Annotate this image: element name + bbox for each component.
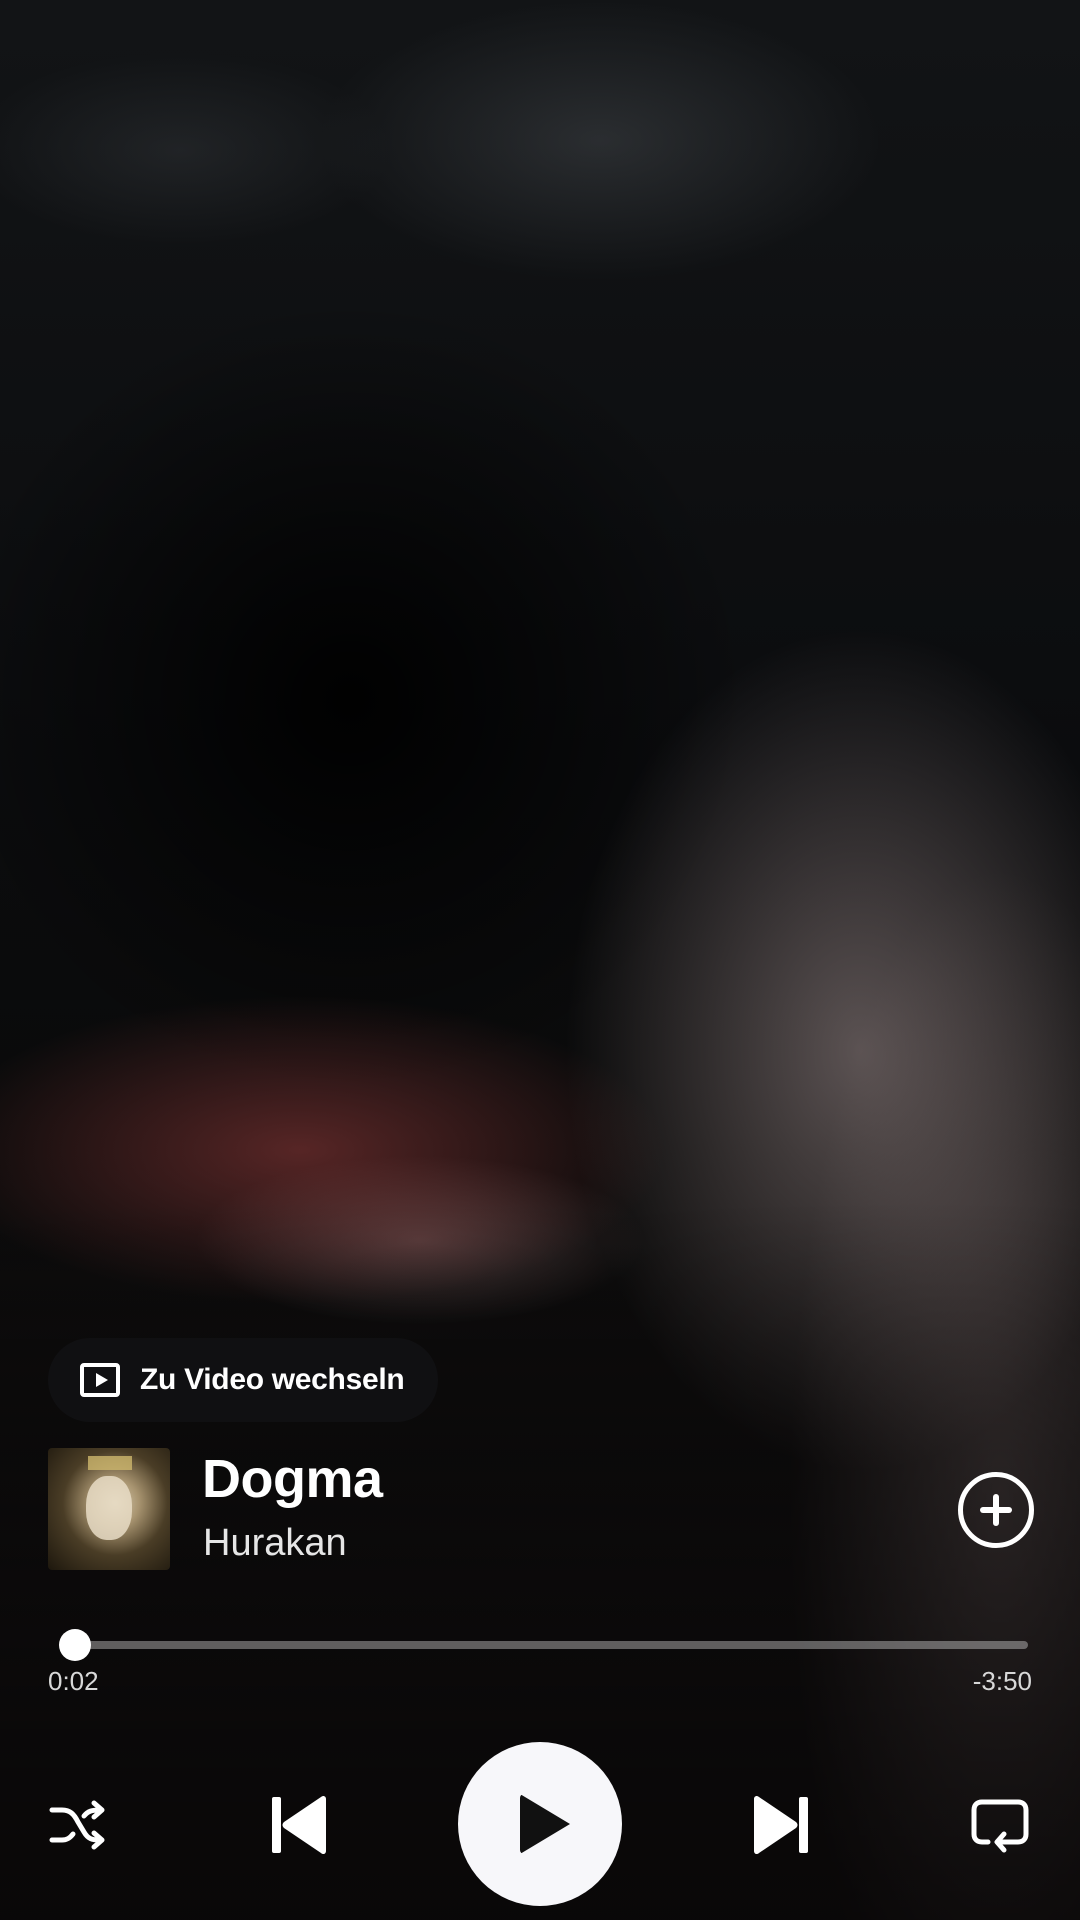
- skip-next-icon[interactable]: [752, 1794, 810, 1856]
- album-art[interactable]: [48, 1448, 170, 1570]
- track-artist[interactable]: Hurakan: [203, 1522, 347, 1565]
- skip-previous-icon[interactable]: [270, 1794, 328, 1856]
- progress-bar[interactable]: [58, 1629, 1028, 1661]
- repeat-icon[interactable]: [970, 1798, 1030, 1854]
- play-button[interactable]: [458, 1742, 622, 1906]
- shuffle-icon[interactable]: [48, 1798, 110, 1852]
- album-art-figure: [86, 1476, 132, 1540]
- album-art-crown: [88, 1456, 132, 1470]
- progress-knob[interactable]: [58, 1629, 91, 1661]
- switch-to-video-button[interactable]: Zu Video wechseln: [48, 1338, 439, 1422]
- track-title[interactable]: Dogma: [202, 1448, 383, 1510]
- elapsed-time: 0:02: [48, 1666, 99, 1696]
- remaining-time: -3:50: [972, 1666, 1032, 1696]
- switch-to-video-label: Zu Video wechseln: [140, 1363, 405, 1396]
- now-playing-screen: Zu Video wechseln Dogma Hurakan 0:02 -3:…: [0, 0, 1080, 1920]
- video-play-icon: [80, 1363, 120, 1397]
- add-to-library-button[interactable]: [958, 1472, 1034, 1548]
